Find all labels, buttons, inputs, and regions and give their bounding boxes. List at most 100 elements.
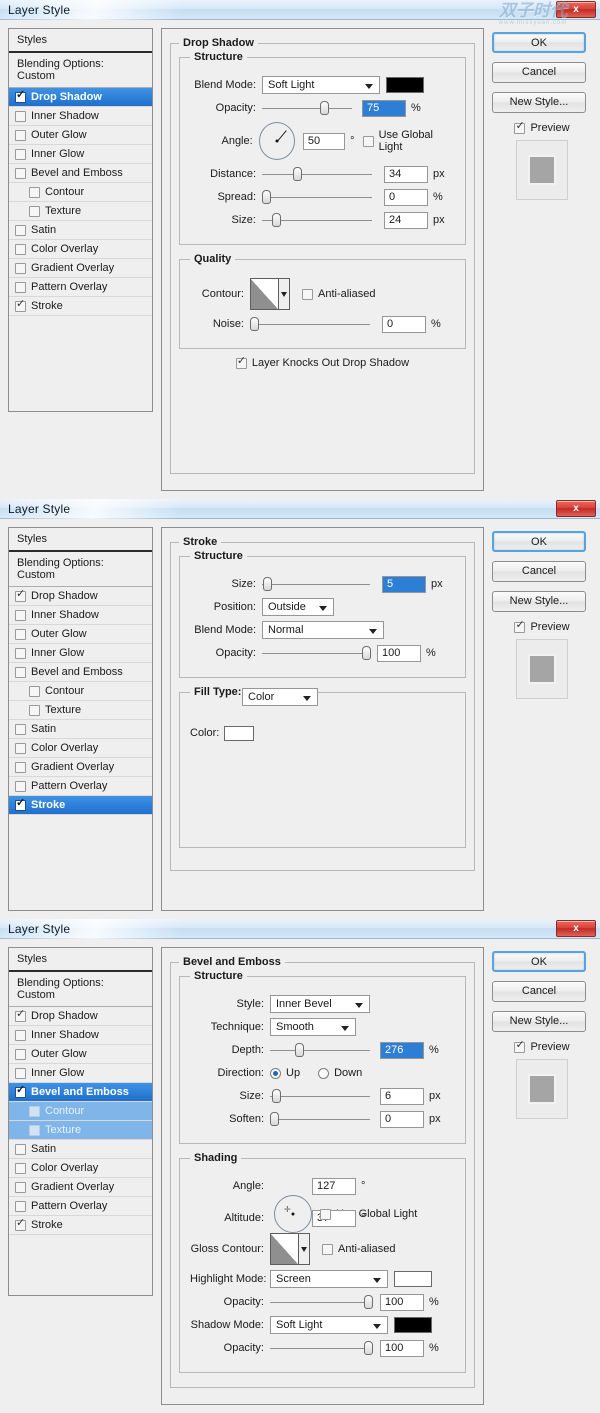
new-style-button[interactable]: New Style... [492, 591, 586, 612]
distance-input[interactable]: 34 [384, 165, 428, 183]
slider-knob[interactable] [319, 101, 329, 115]
checkbox-icon[interactable] [514, 1040, 526, 1053]
style-item-contour[interactable]: Contour [9, 183, 152, 202]
depth-input[interactable]: 276 [380, 1041, 424, 1059]
new-style-button[interactable]: New Style... [492, 1011, 586, 1032]
style-select[interactable]: Inner Bevel [270, 995, 370, 1013]
style-item-contour[interactable]: Contour [9, 1102, 152, 1121]
checkbox-icon[interactable] [15, 1181, 26, 1193]
style-item-pattern-overlay[interactable]: Pattern Overlay [9, 1197, 152, 1216]
style-item-drop-shadow[interactable]: Drop Shadow [9, 88, 152, 107]
close-icon[interactable]: x [556, 920, 596, 937]
checkbox-icon[interactable] [235, 356, 247, 369]
checkbox-icon[interactable] [514, 620, 526, 633]
cancel-button[interactable]: Cancel [492, 62, 586, 83]
preview-checkbox[interactable]: Preview [492, 620, 592, 633]
checkbox-icon[interactable] [362, 135, 374, 147]
checkbox-icon[interactable] [15, 1009, 26, 1022]
checkbox-icon[interactable] [514, 121, 526, 134]
contour-picker[interactable] [250, 278, 290, 310]
technique-select[interactable]: Smooth [270, 1018, 356, 1036]
checkbox-icon[interactable] [15, 780, 26, 792]
new-style-button[interactable]: New Style... [492, 92, 586, 113]
shadow-opacity-slider[interactable] [270, 1340, 373, 1356]
checkbox-icon[interactable] [15, 1162, 26, 1174]
style-item-color-overlay[interactable]: Color Overlay [9, 240, 152, 259]
style-item-stroke[interactable]: Stroke [9, 1216, 152, 1235]
slider-knob[interactable] [262, 190, 271, 204]
style-item-stroke[interactable]: Stroke [9, 796, 152, 815]
checkbox-icon[interactable] [29, 685, 40, 697]
style-item-pattern-overlay[interactable]: Pattern Overlay [9, 278, 152, 297]
gloss-contour-picker[interactable] [270, 1233, 310, 1265]
style-item-texture[interactable]: Texture [9, 1121, 152, 1140]
blend-mode-select[interactable]: Soft Light [262, 76, 380, 94]
stroke-color-swatch[interactable] [224, 725, 254, 741]
checkbox-icon[interactable] [15, 628, 26, 640]
style-item-satin[interactable]: Satin [9, 720, 152, 739]
spread-input[interactable]: 0 [384, 188, 428, 206]
style-item-satin[interactable]: Satin [9, 1140, 152, 1159]
slider-knob[interactable] [292, 167, 302, 181]
slider-knob[interactable] [364, 1341, 373, 1355]
size-input[interactable]: 6 [380, 1087, 424, 1105]
style-item-drop-shadow[interactable]: Drop Shadow [9, 1007, 152, 1026]
chevron-down-icon[interactable] [298, 1234, 309, 1264]
checkbox-icon[interactable] [15, 243, 26, 255]
preview-checkbox[interactable]: Preview [492, 1040, 592, 1053]
style-item-texture[interactable]: Texture [9, 202, 152, 221]
checkbox-icon[interactable] [15, 110, 26, 122]
opacity-slider[interactable] [262, 645, 371, 661]
use-global-light-checkbox[interactable]: Use Global Light [362, 129, 455, 153]
slider-knob[interactable] [271, 213, 281, 227]
radio-icon[interactable] [318, 1067, 330, 1079]
slider-knob[interactable] [364, 1295, 373, 1309]
checkbox-icon[interactable] [15, 1029, 26, 1041]
style-item-inner-glow[interactable]: Inner Glow [9, 1064, 152, 1083]
blending-options-item[interactable]: Blending Options: Custom [9, 972, 152, 1007]
shadow-opacity-input[interactable]: 100 [380, 1339, 424, 1357]
checkbox-icon[interactable] [29, 186, 40, 198]
checkbox-icon[interactable] [15, 647, 26, 659]
checkbox-icon[interactable] [15, 1085, 26, 1098]
cancel-button[interactable]: Cancel [492, 561, 586, 582]
style-item-bevel-and-emboss[interactable]: Bevel and Emboss [9, 164, 152, 183]
shadow-color-swatch[interactable] [394, 1317, 432, 1333]
angle-input[interactable]: 50 [302, 132, 346, 150]
checkbox-icon[interactable] [320, 1208, 331, 1220]
altitude-input[interactable]: 37 [312, 1209, 356, 1227]
checkbox-icon[interactable] [15, 666, 26, 678]
checkbox-icon[interactable] [15, 1067, 26, 1079]
style-item-outer-glow[interactable]: Outer Glow [9, 625, 152, 644]
checkbox-icon[interactable] [15, 761, 26, 773]
size-slider[interactable] [270, 1088, 370, 1104]
checkbox-icon[interactable] [29, 1124, 40, 1136]
style-item-inner-shadow[interactable]: Inner Shadow [9, 107, 152, 126]
noise-slider[interactable] [250, 316, 370, 332]
size-slider[interactable] [262, 212, 372, 228]
checkbox-icon[interactable] [15, 609, 26, 621]
style-item-outer-glow[interactable]: Outer Glow [9, 126, 152, 145]
shadow-color-swatch[interactable] [386, 77, 424, 93]
checkbox-icon[interactable] [15, 1048, 26, 1060]
highlight-opacity-input[interactable]: 100 [380, 1293, 424, 1311]
style-item-inner-glow[interactable]: Inner Glow [9, 145, 152, 164]
slider-knob[interactable] [272, 1089, 281, 1103]
ok-button[interactable]: OK [492, 32, 586, 53]
style-item-stroke[interactable]: Stroke [9, 297, 152, 316]
style-item-satin[interactable]: Satin [9, 221, 152, 240]
blend-mode-select[interactable]: Normal [262, 621, 384, 639]
style-item-inner-shadow[interactable]: Inner Shadow [9, 1026, 152, 1045]
radio-icon[interactable] [270, 1067, 281, 1079]
style-item-bevel-and-emboss[interactable]: Bevel and Emboss [9, 1083, 152, 1102]
highlight-color-swatch[interactable] [394, 1271, 432, 1287]
slider-knob[interactable] [250, 317, 259, 331]
style-item-color-overlay[interactable]: Color Overlay [9, 739, 152, 758]
shadow-mode-select[interactable]: Soft Light [270, 1316, 388, 1334]
angle-dial[interactable] [258, 122, 295, 160]
anti-aliased-checkbox[interactable]: Anti-aliased [302, 288, 375, 300]
ok-button[interactable]: OK [492, 531, 586, 552]
noise-input[interactable]: 0 [382, 315, 426, 333]
checkbox-icon[interactable] [29, 704, 40, 716]
size-slider[interactable] [262, 576, 370, 592]
